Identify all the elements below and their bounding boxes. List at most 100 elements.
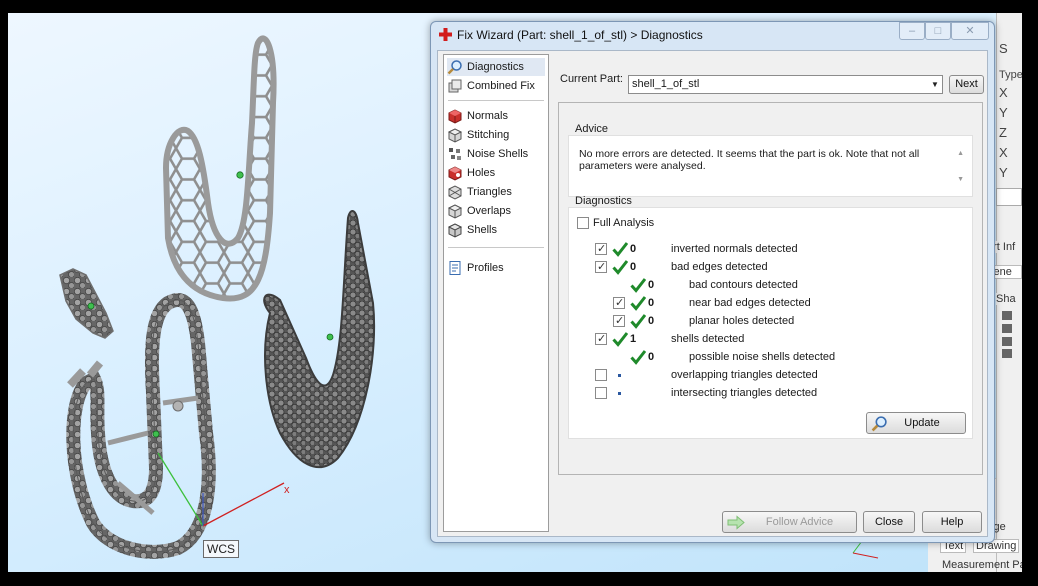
right-panel-tab[interactable]: S [999,41,1008,56]
diag-checkbox-overlapping-triangles[interactable] [595,369,607,381]
full-analysis-checkbox[interactable] [577,217,589,229]
update-button[interactable]: Update [866,412,966,434]
follow-advice-button[interactable]: Follow Advice [722,511,857,533]
axis-label-3: Z [999,125,1007,140]
triangles-cube-icon [448,185,462,200]
current-part-select[interactable]: shell_1_of_stl ▼ [628,75,943,94]
full-analysis-label: Full Analysis [593,217,655,229]
green-check-icon [612,242,628,257]
diag-label: shells detected [671,333,745,345]
minimize-icon: – [908,25,916,37]
diag-label: intersecting triangles detected [671,387,818,399]
green-check-icon [630,350,646,365]
magnifier-icon [447,60,462,75]
diag-label: possible noise shells detected [689,351,836,363]
diag-label: overlapping triangles detected [671,369,818,381]
next-button[interactable]: Next [949,75,984,94]
nav-item-diagnostics[interactable]: Diagnostics [447,58,545,76]
nav-label: Stitching [467,129,510,141]
maximize-button[interactable]: □ [925,22,951,40]
axis-x-label: x [284,484,290,496]
sha-header: Sha [996,293,1022,305]
nav-item-triangles[interactable]: Triangles [447,183,545,201]
diag-count: 0 [648,315,655,327]
nav-label: Combined Fix [467,80,535,92]
wizard-nav: Diagnostics Combined Fix Normals Stitchi… [443,54,549,532]
maximize-icon: □ [934,25,942,37]
magnifier-icon [871,416,887,432]
pending-dot-icon [618,374,621,377]
scroll-up-icon[interactable]: ▲ [957,150,964,157]
nav-label: Holes [467,167,496,179]
diag-count: 1 [630,333,637,345]
normals-cube-icon [448,109,462,124]
nav-label: Diagnostics [467,61,524,73]
diag-checkbox-bad-edges[interactable] [595,260,607,273]
nav-label: Shells [467,224,497,236]
diag-label: bad contours detected [689,279,798,291]
diag-checkbox-shells[interactable] [595,332,607,345]
green-check-icon [612,332,628,347]
nav-item-noise-shells[interactable]: Noise Shells [447,145,545,163]
diag-label: bad edges detected [671,261,768,273]
nav-item-combined-fix[interactable]: Combined Fix [447,77,545,95]
axis-label-4: X [999,145,1008,160]
dialog-client: Diagnostics Combined Fix Normals Stitchi… [437,50,988,537]
frame-loop-part[interactable] [66,293,216,559]
diag-count: 0 [630,243,637,255]
pebble-u-part[interactable] [263,210,376,469]
overlaps-cube-icon [447,204,463,219]
update-label: Update [904,417,940,429]
diag-checkbox-inverted-normals[interactable] [595,242,607,255]
diag-checkbox-near-bad-edges[interactable] [613,296,625,309]
diag-count: 0 [648,351,655,363]
nav-label: Noise Shells [467,148,529,160]
diag-checkbox-intersecting-triangles[interactable] [595,387,607,399]
diag-label: planar holes detected [689,315,795,327]
diag-checkbox-planar-holes[interactable] [613,314,625,327]
measurement-label: Measurement Pa [942,559,1022,571]
holes-cube-icon [448,166,462,181]
scroll-down-icon[interactable]: ▼ [957,176,964,183]
diag-count: 0 [648,279,655,291]
minimize-button[interactable]: – [899,22,925,40]
nav-item-profiles[interactable]: Profiles [447,259,545,277]
right-panel-field[interactable] [996,188,1022,206]
chevron-down-icon: ▼ [931,80,939,89]
nav-label: Normals [467,110,508,122]
nav-item-overlaps[interactable]: Overlaps [447,202,545,220]
arrow-right-icon [727,515,745,530]
advice-group-label: Advice [575,123,609,135]
close-window-button[interactable]: ✕ [951,22,989,40]
axis-label-5: Y [999,165,1008,180]
stitching-cube-icon [447,128,463,143]
pending-dot-icon [618,392,621,395]
diagnostics-box: Full Analysis 0 inverted normals detecte… [568,207,973,439]
diagnostics-panel: Advice No more errors are detected. It s… [558,102,983,475]
close-button[interactable]: Close [863,511,915,533]
profiles-doc-icon [449,261,461,275]
right-panel-type-label: Type [999,69,1022,81]
hex-lattice-part[interactable] [162,35,277,302]
noise-shells-icon [449,148,461,160]
advice-box: No more errors are detected. It seems th… [568,135,973,197]
current-part-value: shell_1_of_stl [632,78,700,90]
green-check-icon [630,296,646,311]
nav-item-holes[interactable]: Holes [447,164,545,182]
wcs-label: WCS [203,540,239,558]
help-button[interactable]: Help [922,511,982,533]
nav-label: Profiles [467,262,504,274]
nav-label: Overlaps [467,205,512,217]
green-check-icon [630,314,646,329]
nav-item-stitching[interactable]: Stitching [447,126,545,144]
current-part-label: Current Part: [560,73,623,85]
nav-item-shells[interactable]: Shells [447,221,545,239]
dialog-title: Fix Wizard (Part: shell_1_of_stl) > Diag… [457,28,703,42]
green-check-icon [630,278,646,293]
dialog-titlebar[interactable]: Fix Wizard (Part: shell_1_of_stl) > Diag… [431,22,994,48]
nav-item-normals[interactable]: Normals [447,107,545,125]
red-cross-icon [439,28,452,41]
diag-label: near bad edges detected [689,297,811,309]
diag-count: 0 [648,297,655,309]
small-pebble-part[interactable] [59,268,114,339]
